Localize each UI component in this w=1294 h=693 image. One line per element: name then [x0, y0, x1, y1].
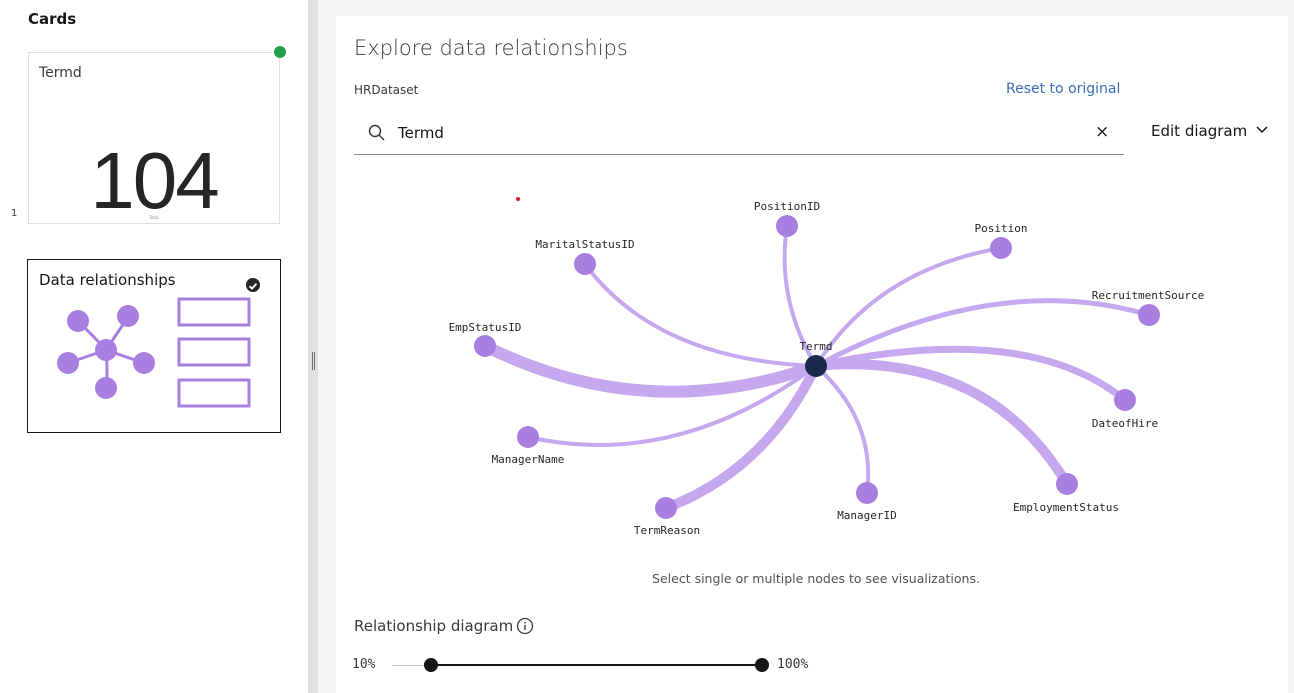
cards-title: Cards — [28, 10, 77, 28]
edge-employmentstatus — [811, 359, 1072, 489]
node-employmentstatus[interactable] — [1056, 473, 1078, 495]
slider-low-handle[interactable] — [424, 658, 438, 672]
search-input[interactable] — [398, 120, 1048, 146]
slider-high-handle[interactable] — [755, 658, 769, 672]
edge-managerid — [814, 364, 871, 495]
search-box: × — [354, 112, 1124, 155]
node-termreason[interactable] — [655, 497, 677, 519]
reset-to-original-link[interactable]: Reset to original — [1006, 81, 1120, 97]
node-dateofhire[interactable] — [1114, 389, 1136, 411]
node-label: EmpStatusID — [449, 321, 522, 334]
dataset-label: HRDataset — [354, 83, 419, 97]
node-managername[interactable] — [517, 426, 539, 448]
slider-max-label: 100% — [777, 657, 809, 672]
relationship-diagram-label: Relationship diagram — [354, 617, 514, 635]
close-icon[interactable]: × — [1095, 122, 1109, 142]
edge-empstatusid — [479, 340, 822, 398]
search-icon — [368, 124, 385, 141]
node-label: EmploymentStatus — [1013, 501, 1119, 514]
page-title: Explore data relationships — [354, 36, 628, 60]
slider-min-label: 10% — [352, 657, 376, 672]
node-label: DateofHire — [1092, 417, 1158, 430]
card-title: Termd — [39, 65, 82, 81]
slider-track[interactable] — [430, 664, 762, 666]
edit-diagram-dropdown[interactable]: Edit diagram — [1151, 122, 1247, 140]
card-data-relationships[interactable]: Data relationships — [27, 259, 281, 433]
node-label: TermReason — [634, 524, 700, 537]
node-managerid[interactable] — [856, 482, 878, 504]
card-termd[interactable]: Termd 104 Total — [28, 52, 280, 224]
node-label: ManagerID — [837, 509, 897, 522]
status-dot — [274, 46, 286, 58]
center-node-label: Termd — [799, 340, 832, 353]
marker-dot — [516, 197, 520, 201]
card-title: Data relationships — [39, 271, 176, 289]
kpi-sublabel: Total — [149, 215, 159, 220]
relationship-range-slider: 10% 100% — [352, 654, 822, 678]
node-label: ManagerName — [492, 453, 565, 466]
relationship-diagram: PositionID Position MaritalStatusID Recr… — [449, 197, 1205, 537]
node-center-termd[interactable] — [805, 355, 827, 377]
node-label: MaritalStatusID — [535, 238, 634, 251]
node-maritalstatusid[interactable] — [574, 253, 596, 275]
node-label: RecruitmentSource — [1092, 289, 1205, 302]
checkmark-icon — [246, 278, 260, 292]
node-label: Position — [975, 222, 1028, 235]
node-positionid[interactable] — [776, 215, 798, 237]
panel-divider[interactable] — [308, 0, 318, 693]
node-recruitmentsource[interactable] — [1138, 304, 1160, 326]
kpi-value: 104 — [90, 136, 219, 225]
resize-handle[interactable] — [312, 352, 315, 370]
node-position[interactable] — [990, 237, 1012, 259]
node-label: PositionID — [754, 200, 820, 213]
info-icon[interactable] — [516, 617, 534, 635]
edge-maritalstatusid — [583, 262, 818, 368]
diagram-hint: Select single or multiple nodes to see v… — [652, 571, 980, 586]
node-empstatusid[interactable] — [474, 335, 496, 357]
card-index: 1 — [11, 208, 18, 219]
cards-panel: Cards Termd 104 Total 1 Data relationshi… — [0, 0, 308, 693]
chevron-down-icon[interactable] — [1255, 122, 1269, 136]
